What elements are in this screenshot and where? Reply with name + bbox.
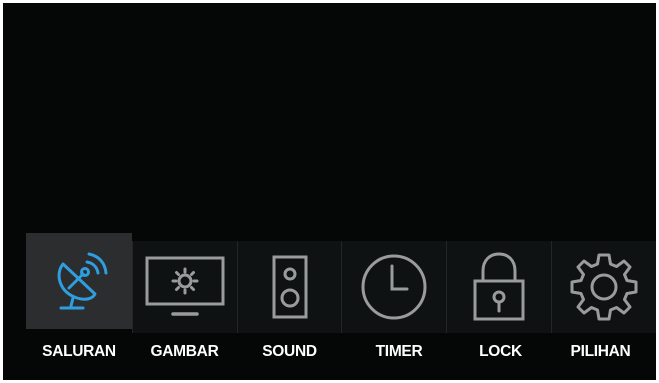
menu-item-lock[interactable] <box>446 241 552 333</box>
menu-label-lock: LOCK <box>479 343 522 360</box>
menu-item-timer[interactable] <box>341 241 447 333</box>
tv-screen: SALURAN GAMBAR SOUND TIMER LOCK PILIHAN <box>3 3 656 380</box>
gear-icon <box>570 253 638 321</box>
main-menu <box>26 233 656 333</box>
menu-item-saluran[interactable] <box>26 233 132 329</box>
menu-item-gambar[interactable] <box>131 241 237 333</box>
satellite-dish-icon <box>57 252 108 310</box>
menu-labels: SALURAN GAMBAR SOUND TIMER LOCK PILIHAN <box>26 340 656 364</box>
menu-label-timer: TIMER <box>375 343 423 360</box>
menu-label-pilihan: PILIHAN <box>570 343 631 360</box>
speaker-icon <box>272 255 308 319</box>
menu-label-sound: SOUND <box>262 343 317 360</box>
menu-label-saluran: SALURAN <box>42 343 116 360</box>
clock-icon <box>361 254 427 320</box>
monitor-brightness-icon <box>145 256 225 316</box>
menu-item-sound[interactable] <box>236 241 342 333</box>
menu-item-pilihan[interactable] <box>551 241 656 333</box>
menu-label-gambar: GAMBAR <box>150 343 219 360</box>
padlock-icon <box>473 252 525 321</box>
